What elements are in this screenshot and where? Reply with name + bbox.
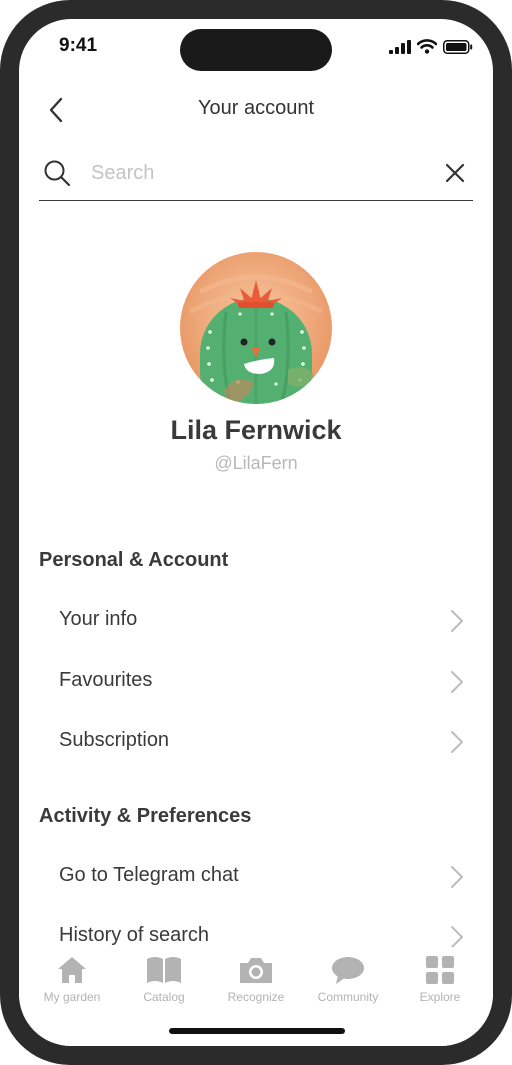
chevron-right-icon (451, 671, 463, 693)
profile-handle: @LilaFern (214, 453, 298, 473)
home-indicator (169, 1028, 345, 1034)
menu-item-label: Your info (59, 608, 138, 630)
avatar[interactable] (180, 252, 332, 404)
menu-item-telegram-chat[interactable]: Go to Telegram chat (39, 852, 473, 902)
status-icons (389, 39, 473, 54)
nav-item-community[interactable]: Community (303, 955, 393, 1004)
menu-item-your-info[interactable]: Your info (39, 596, 473, 646)
section-title-activity: Activity & Preferences (39, 805, 252, 827)
status-time: 9:41 (59, 35, 98, 56)
menu-item-favourites[interactable]: Favourites (39, 657, 473, 707)
nav-item-catalog[interactable]: Catalog (119, 955, 209, 1004)
menu-item-label: History of search (59, 924, 210, 946)
nav-label: Community (317, 990, 379, 1004)
battery-icon (443, 39, 473, 54)
section-title-personal: Personal & Account (39, 549, 229, 571)
chevron-right-icon (451, 610, 463, 632)
home-icon (58, 957, 86, 983)
menu-item-label: Favourites (59, 669, 153, 691)
close-icon[interactable] (443, 161, 467, 185)
menu-item-label: Go to Telegram chat (59, 864, 239, 886)
bottom-nav: My garden Catalog Recognize Community Ex… (19, 947, 493, 1046)
nav-item-explore[interactable]: Explore (395, 955, 485, 1004)
nav-label: My garden (43, 990, 101, 1004)
nav-item-my-garden[interactable]: My garden (27, 955, 117, 1004)
nav-label: Catalog (143, 990, 185, 1004)
phone-frame: 9:41 Your account Search Lila Fernwick @… (0, 0, 512, 1065)
nav-item-recognize[interactable]: Recognize (211, 955, 301, 1004)
menu-item-subscription[interactable]: Subscription (39, 717, 473, 767)
signal-icon (389, 39, 411, 54)
search-input[interactable] (91, 159, 411, 187)
dynamic-island (180, 29, 332, 71)
page-title: Your account (197, 97, 314, 119)
cactus-avatar-icon (180, 252, 332, 404)
screen: 9:41 Your account Search Lila Fernwick @… (19, 19, 493, 1046)
menu-item-label: Subscription (59, 729, 170, 751)
wifi-icon (417, 39, 437, 54)
search-icon (44, 160, 71, 187)
search-bar (39, 153, 473, 201)
nav-label: Explore (419, 990, 461, 1004)
chat-bubble-icon (332, 957, 364, 984)
chevron-right-icon (451, 731, 463, 753)
profile-name: Lila Fernwick (170, 415, 342, 445)
chevron-right-icon (451, 926, 463, 948)
chevron-right-icon (451, 866, 463, 888)
grid-icon (426, 956, 454, 984)
book-icon (147, 957, 181, 983)
nav-label: Recognize (227, 990, 285, 1004)
camera-icon (240, 958, 272, 983)
